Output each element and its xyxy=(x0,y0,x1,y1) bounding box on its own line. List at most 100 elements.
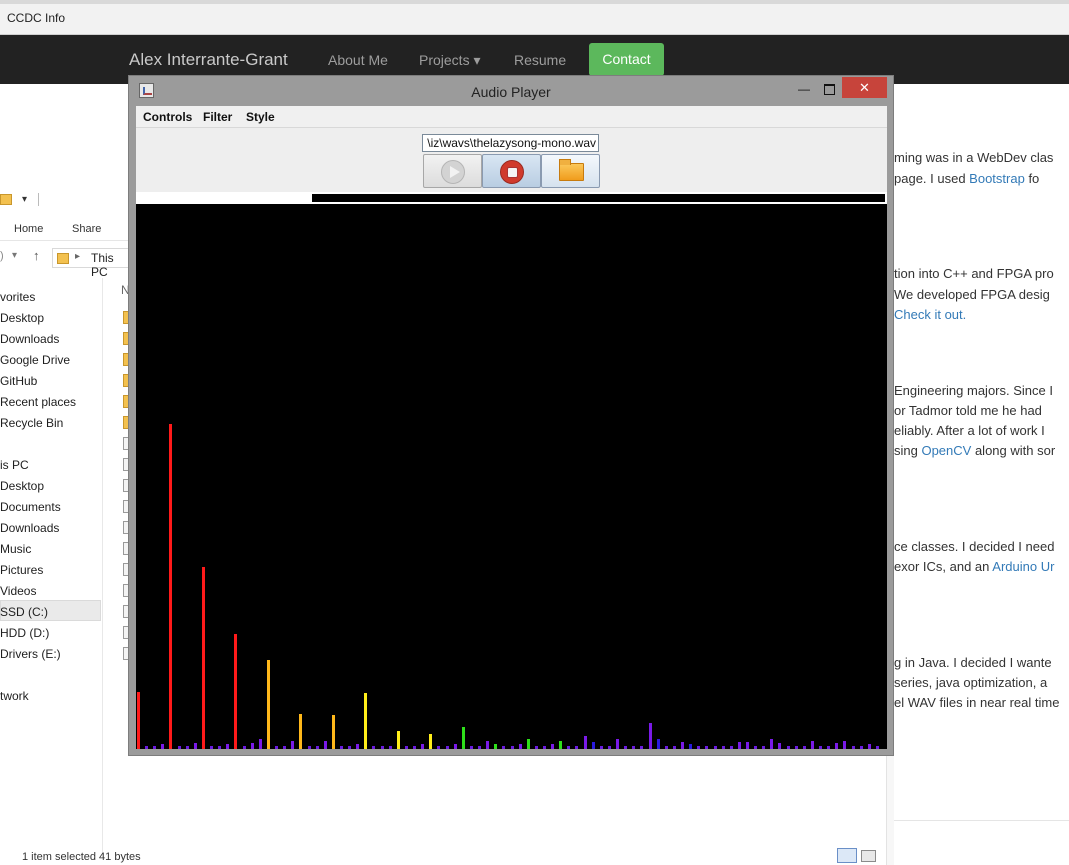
nav-pane-item[interactable]: vorites xyxy=(0,290,35,304)
spectrum-bar xyxy=(153,746,156,749)
browser-tab-title[interactable]: CCDC Info xyxy=(7,11,65,25)
spectrum-bar xyxy=(381,746,384,749)
explorer-pane-divider[interactable] xyxy=(102,278,103,858)
spectrum-bar xyxy=(843,741,846,749)
file-explorer-window: ▾ Home Share ) ▾ ↑ ▸ This PC vorites Desk… xyxy=(0,185,129,865)
menu-controls[interactable]: Controls xyxy=(143,110,192,124)
nav-pane-item[interactable]: Desktop xyxy=(0,479,44,493)
playback-progress-bar[interactable] xyxy=(136,192,887,204)
folder-icon xyxy=(559,159,584,181)
spectrum-bar xyxy=(705,746,708,749)
stop-button[interactable] xyxy=(482,154,541,188)
close-button[interactable]: ✕ xyxy=(842,77,887,98)
spectrum-bar xyxy=(194,743,197,749)
site-link[interactable]: Bootstrap xyxy=(969,171,1025,186)
nav-pane-item[interactable]: Downloads xyxy=(0,521,59,535)
ribbon-tab-home[interactable]: Home xyxy=(14,223,43,235)
site-brand[interactable]: Alex Interrante-Grant xyxy=(129,50,288,70)
nav-pane-item[interactable]: SSD (C:) xyxy=(0,605,48,619)
open-file-button[interactable] xyxy=(541,154,600,188)
spectrum-bar xyxy=(145,746,148,749)
nav-pane-item[interactable]: HDD (D:) xyxy=(0,626,49,640)
nav-pane-item[interactable]: is PC xyxy=(0,458,29,472)
details-view-icon[interactable] xyxy=(837,848,857,863)
spectrum-bar xyxy=(746,742,749,749)
up-arrow-icon[interactable]: ↑ xyxy=(33,248,40,263)
maximize-button[interactable] xyxy=(822,82,836,96)
spectrum-bar xyxy=(389,746,392,749)
spectrum-bar xyxy=(681,742,684,749)
ribbon-tab-share[interactable]: Share xyxy=(72,223,101,235)
spectrum-bar xyxy=(657,739,660,749)
breadcrumb-chevron-icon[interactable]: ▸ xyxy=(75,251,80,262)
spectrum-bar xyxy=(470,746,473,749)
spectrum-bar xyxy=(673,746,676,749)
site-text-fragment: series, java optimization, a xyxy=(894,675,1048,690)
spectrum-bar xyxy=(291,741,294,749)
address-field[interactable]: ▸ This PC xyxy=(52,248,128,279)
spectrum-bar xyxy=(243,746,246,749)
spectrum-bar xyxy=(405,746,408,749)
site-link[interactable]: Check it out. xyxy=(894,307,966,322)
nav-about-me[interactable]: About Me xyxy=(328,52,388,68)
site-paragraph-line: ming was in a WebDev clas xyxy=(894,150,1069,165)
breadcrumb-this-pc[interactable]: This PC xyxy=(91,251,128,279)
nav-pane-item[interactable]: Downloads xyxy=(0,332,59,346)
spectrum-bar xyxy=(624,746,627,749)
site-paragraph-line: sing OpenCV along with sor xyxy=(894,443,1069,458)
spectrum-bar xyxy=(600,746,603,749)
audio-player-titlebar[interactable]: Audio Player — ✕ xyxy=(129,76,893,106)
spectrum-bar xyxy=(787,746,790,749)
nav-resume[interactable]: Resume xyxy=(514,52,566,68)
spectrum-bar xyxy=(511,746,514,749)
site-paragraph-line: We developed FPGA desig xyxy=(894,287,1069,302)
nav-pane-item[interactable]: Google Drive xyxy=(0,353,70,367)
minimize-button[interactable]: — xyxy=(797,82,811,96)
nav-pane-item[interactable]: Pictures xyxy=(0,563,43,577)
nav-contact-button[interactable]: Contact xyxy=(589,43,664,76)
chevron-down-icon[interactable]: ▾ xyxy=(12,250,17,261)
spectrum-bar xyxy=(259,739,262,749)
spectrum-bar xyxy=(535,746,538,749)
nav-projects[interactable]: Projects ▾ xyxy=(419,52,481,69)
spectrum-bar xyxy=(519,744,522,749)
spectrum-bar xyxy=(324,741,327,749)
nav-pane-item[interactable]: Documents xyxy=(0,500,61,514)
spectrum-bar xyxy=(778,743,781,749)
spectrum-bar xyxy=(429,734,432,749)
spectrum-bar xyxy=(454,744,457,749)
nav-pane-item[interactable]: Drivers (E:) xyxy=(0,647,61,661)
menu-filter[interactable]: Filter xyxy=(203,110,232,124)
nav-pane-item[interactable]: twork xyxy=(0,689,29,703)
nav-pane-item[interactable]: GitHub xyxy=(0,374,37,388)
spectrum-bar xyxy=(316,746,319,749)
site-link[interactable]: OpenCV xyxy=(921,443,971,458)
folder-icon[interactable] xyxy=(0,194,12,205)
site-paragraph-line: ce classes. I decided I need xyxy=(894,539,1069,554)
spectrum-bar xyxy=(226,744,229,749)
nav-pane-item[interactable]: Videos xyxy=(0,584,36,598)
nav-pane-item[interactable]: Music xyxy=(0,542,31,556)
nav-pane-item[interactable]: Recycle Bin xyxy=(0,416,63,430)
play-button[interactable] xyxy=(423,154,482,188)
site-paragraph-line: exor ICs, and an Arduino Ur xyxy=(894,559,1069,574)
site-paragraph-line: Check it out. xyxy=(894,307,1069,322)
spectrum-bar xyxy=(795,746,798,749)
spectrum-bar xyxy=(616,739,619,749)
site-link[interactable]: Arduino Ur xyxy=(992,559,1054,574)
back-arrow-icon[interactable]: ) xyxy=(0,250,4,262)
spectrum-bar xyxy=(234,634,237,749)
file-path-field[interactable]: \iz\wavs\thelazysong-mono.wav xyxy=(422,134,599,152)
large-icons-view-icon[interactable] xyxy=(861,850,876,862)
spectrum-bar xyxy=(543,746,546,749)
browser-title-bar: CCDC Info xyxy=(0,0,1069,35)
chevron-down-icon[interactable]: ▾ xyxy=(22,194,27,205)
menu-style[interactable]: Style xyxy=(246,110,275,124)
nav-pane-item[interactable]: Desktop xyxy=(0,311,44,325)
spectrum-bar xyxy=(730,746,733,749)
nav-pane-item[interactable]: Recent places xyxy=(0,395,76,409)
spectrum-bar xyxy=(462,727,465,749)
spectrum-bar xyxy=(567,746,570,749)
window-title: Audio Player xyxy=(471,84,551,100)
spectrum-bar xyxy=(161,744,164,749)
